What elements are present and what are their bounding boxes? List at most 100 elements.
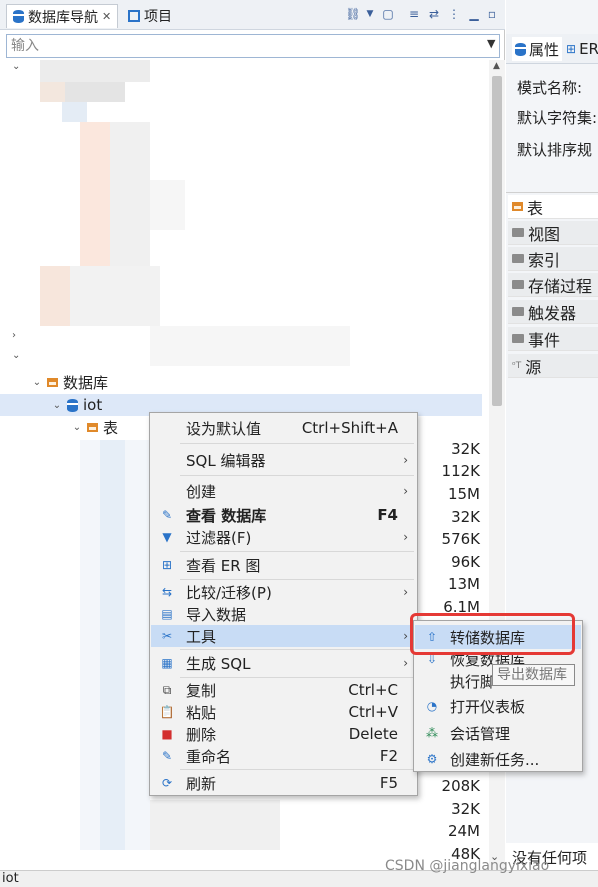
node-label: 数据库	[63, 373, 109, 392]
scroll-up-icon[interactable]: ▲	[493, 61, 500, 71]
blurred-region	[150, 180, 185, 230]
navigator-tab-bar: 数据库导航 ✕ 项目 ⛓ ▼ ▢ ≡ ⇄ ⋮ ▁ ▫	[0, 0, 505, 30]
chevron-right-icon[interactable]: ›	[12, 330, 16, 341]
category-label: 表	[527, 198, 544, 218]
table-icon	[512, 202, 523, 211]
menu-item-copy[interactable]: ⧉ 复制 Ctrl+C	[151, 679, 416, 701]
menu-item-tools[interactable]: ✂ 工具 ›	[151, 625, 416, 647]
menu-label: 查看 ER 图	[186, 556, 261, 575]
chevron-down-icon[interactable]: ⌄	[52, 400, 62, 411]
blurred-region	[150, 326, 350, 366]
close-icon[interactable]: ✕	[102, 10, 111, 23]
tree-node-tables[interactable]: ⌄ 表	[72, 416, 118, 438]
folder-icon	[512, 254, 524, 263]
tab-database-navigator[interactable]: 数据库导航 ✕	[6, 4, 119, 28]
source-icon: ᵒT	[512, 360, 522, 371]
category-indexes[interactable]: 索引	[508, 247, 598, 271]
menu-shortcut: F5	[379, 774, 398, 792]
category-events[interactable]: 事件	[508, 327, 598, 351]
chevron-down-icon[interactable]: ⌄	[32, 377, 42, 388]
menu-label: 粘贴	[186, 703, 217, 722]
task-icon: ⚙	[426, 752, 438, 766]
divider	[506, 192, 598, 193]
chevron-down-icon[interactable]: ⌄	[72, 422, 82, 433]
tab-projects[interactable]: 项目	[128, 4, 172, 28]
edit-pencil-icon: ✎	[161, 508, 173, 522]
menu-shortcut: F2	[379, 747, 398, 765]
filter-dropdown-icon[interactable]: ▼	[487, 37, 499, 53]
menu-label: 导入数据	[186, 605, 247, 624]
menu-separator	[180, 769, 414, 770]
blurred-region	[100, 440, 125, 850]
tab-label: 属性	[529, 40, 560, 59]
category-label: 触发器	[528, 303, 577, 323]
category-tables[interactable]: 表	[508, 195, 598, 219]
menu-label: SQL 编辑器	[186, 451, 266, 470]
menu-item-compare-migrate[interactable]: ⇆ 比较/迁移(P) ›	[151, 581, 416, 603]
menu-item-view-er[interactable]: ⊞ 查看 ER 图	[151, 554, 416, 576]
menu-item-set-default[interactable]: 设为默认值 Ctrl+Shift+A	[151, 417, 416, 439]
submenu-item-open-dashboard[interactable]: ◔ 打开仪表板	[415, 694, 581, 718]
menu-item-refresh[interactable]: ⟳ 刷新 F5	[151, 772, 416, 794]
submenu-arrow-icon: ›	[403, 656, 408, 670]
sync-icon[interactable]: ⇄	[426, 6, 442, 22]
category-label: 索引	[528, 250, 561, 270]
minimize-icon[interactable]: ▁	[466, 6, 482, 22]
tab-properties[interactable]: 属性	[512, 37, 563, 61]
folder-icon	[512, 280, 524, 289]
new-connection-icon[interactable]: ⛓	[345, 6, 361, 22]
category-triggers[interactable]: 触发器	[508, 300, 598, 324]
menu-separator	[180, 475, 414, 476]
tab-er[interactable]: ⊞ ER	[566, 37, 598, 61]
table-size: 15M	[447, 485, 480, 503]
menu-label: 创建新任务...	[450, 750, 540, 769]
maximize-icon[interactable]: ▫	[484, 6, 500, 22]
category-views[interactable]: 视图	[508, 221, 598, 245]
paste-icon: 📋	[159, 705, 175, 719]
menu-separator	[180, 579, 414, 580]
view-icon	[512, 228, 524, 237]
blurred-region	[150, 800, 280, 850]
menu-separator	[180, 677, 414, 678]
table-size: 13M	[447, 575, 480, 593]
scrollbar-thumb[interactable]	[492, 76, 502, 406]
blurred-region	[80, 122, 110, 272]
submenu-arrow-icon: ›	[403, 530, 408, 544]
link-editor-icon[interactable]: ≡	[406, 6, 422, 22]
menu-item-sql-editor[interactable]: SQL 编辑器 ›	[151, 449, 416, 471]
menu-separator	[180, 551, 414, 552]
node-label: iot	[83, 396, 103, 414]
category-procedures[interactable]: 存储过程	[508, 273, 598, 297]
tab-label: ER	[579, 40, 598, 58]
compare-icon: ⇆	[161, 585, 173, 599]
menu-item-delete[interactable]: ■ 删除 Delete	[151, 723, 416, 745]
table-size: 32K	[451, 508, 480, 526]
dropdown-arrow-icon[interactable]: ▼	[362, 6, 378, 22]
filter-icon: ▼	[162, 530, 172, 544]
database-icon	[13, 10, 24, 23]
menu-item-rename[interactable]: ✎ 重命名 F2	[151, 745, 416, 767]
collapse-icon[interactable]: ▢	[380, 6, 396, 22]
category-source[interactable]: ᵒT 源	[508, 354, 598, 378]
folder-icon	[512, 307, 524, 316]
menu-separator	[180, 443, 414, 444]
chevron-down-icon[interactable]: ⌄	[12, 61, 20, 72]
chevron-down-icon[interactable]: ⌄	[12, 350, 20, 361]
menu-item-paste[interactable]: 📋 粘贴 Ctrl+V	[151, 701, 416, 723]
schema-name-label: 模式名称:	[517, 79, 583, 97]
menu-item-import-data[interactable]: ▤ 导入数据	[151, 603, 416, 625]
menu-item-view-database[interactable]: ✎ 查看 数据库 F4	[151, 504, 416, 526]
tree-node-databases[interactable]: ⌄ 数据库	[32, 371, 108, 393]
filter-input[interactable]: 输入	[6, 34, 500, 58]
menu-item-generate-sql[interactable]: ▦ 生成 SQL ›	[151, 652, 416, 674]
menu-label: 会话管理	[450, 724, 511, 743]
menu-item-filter[interactable]: ▼ 过滤器(F) ›	[151, 526, 416, 548]
er-diagram-icon: ⊞	[566, 42, 577, 56]
menu-item-create[interactable]: 创建 ›	[151, 480, 416, 502]
submenu-item-create-task[interactable]: ⚙ 创建新任务...	[415, 747, 581, 771]
blurred-region	[110, 122, 150, 272]
submenu-item-session-manager[interactable]: ⁂ 会话管理	[415, 721, 581, 745]
category-label: 视图	[528, 224, 561, 244]
view-menu-icon[interactable]: ⋮	[446, 6, 462, 22]
menu-shortcut: Ctrl+V	[348, 703, 398, 721]
